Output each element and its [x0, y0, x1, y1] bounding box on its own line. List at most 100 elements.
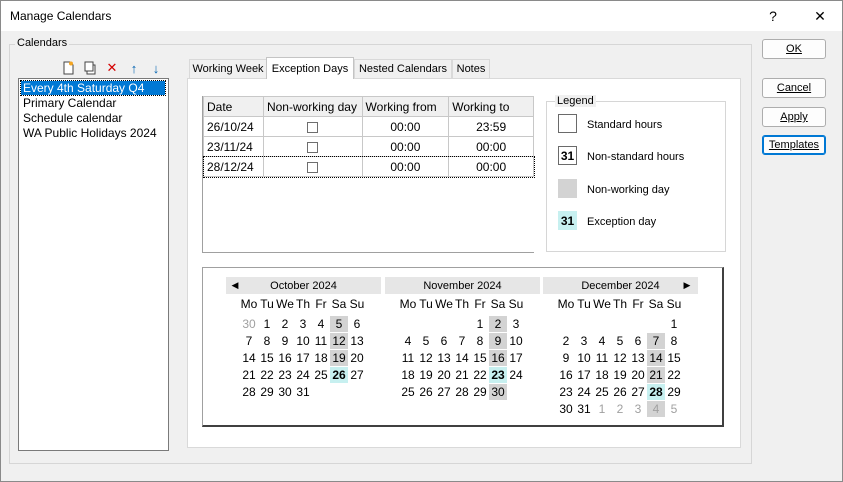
calendar-day[interactable]: 27	[348, 367, 366, 383]
calendar-day[interactable]: 25	[593, 384, 611, 400]
calendar-day[interactable]: 5	[417, 333, 435, 349]
col-working-from[interactable]: Working from	[361, 96, 450, 117]
calendar-day[interactable]: 22	[665, 367, 683, 383]
calendar-day[interactable]: 15	[258, 350, 276, 366]
exception-row[interactable]: 26/10/24 00:00 23:59	[203, 116, 534, 137]
calendar-day[interactable]: 14	[647, 350, 665, 366]
calendar-day[interactable]: 6	[435, 333, 453, 349]
calendar-day[interactable]: 31	[575, 401, 593, 417]
tab-nested-calendars[interactable]: Nested Calendars	[354, 59, 452, 78]
move-up-button[interactable]: ↑	[125, 59, 143, 77]
calendar-day[interactable]: 7	[647, 333, 665, 349]
cell-working-to[interactable]: 00:00	[448, 156, 534, 177]
calendar-day[interactable]: 24	[575, 384, 593, 400]
calendar-day[interactable]: 13	[348, 333, 366, 349]
help-button[interactable]: ?	[753, 1, 793, 31]
tab-notes[interactable]: Notes	[452, 59, 490, 78]
calendar-day[interactable]: 11	[312, 333, 330, 349]
calendar-day[interactable]: 9	[276, 333, 294, 349]
calendar-day[interactable]: 23	[276, 367, 294, 383]
calendar-day[interactable]: 25	[312, 367, 330, 383]
nonworking-checkbox[interactable]	[307, 161, 319, 173]
calendar-day[interactable]: 2	[557, 333, 575, 349]
calendar-day[interactable]: 18	[399, 367, 417, 383]
calendar-day[interactable]: 1	[471, 316, 489, 332]
calendar-day[interactable]: 13	[435, 350, 453, 366]
calendar-day[interactable]: 8	[258, 333, 276, 349]
calendar-day[interactable]: 21	[453, 367, 471, 383]
nonworking-checkbox[interactable]	[307, 141, 319, 153]
cancel-button[interactable]: Cancel	[762, 78, 826, 98]
cell-nonworking[interactable]	[262, 116, 363, 137]
cell-working-to[interactable]: 00:00	[448, 136, 534, 157]
calendar-day[interactable]: 10	[507, 333, 525, 349]
calendar-day[interactable]: 17	[294, 350, 312, 366]
cell-nonworking[interactable]	[262, 136, 363, 157]
calendar-day[interactable]: 12	[330, 333, 348, 349]
calendar-day[interactable]: 4	[647, 401, 665, 417]
col-working-to[interactable]: Working to	[448, 96, 534, 117]
calendar-day[interactable]: 3	[507, 316, 525, 332]
calendar-day[interactable]: 22	[258, 367, 276, 383]
calendar-day[interactable]: 29	[665, 384, 683, 400]
calendar-day[interactable]: 8	[471, 333, 489, 349]
calendar-day[interactable]: 1	[593, 401, 611, 417]
tab-working-week[interactable]: Working Week	[189, 59, 267, 78]
calendar-day[interactable]: 4	[312, 316, 330, 332]
calendar-day[interactable]: 30	[489, 384, 507, 400]
calendar-day[interactable]: 9	[557, 350, 575, 366]
calendar-day[interactable]: 27	[629, 384, 647, 400]
calendar-day[interactable]: 2	[276, 316, 294, 332]
calendar-day[interactable]: 21	[240, 367, 258, 383]
calendar-list-item[interactable]: Schedule calendar	[21, 111, 122, 125]
calendar-day[interactable]: 20	[348, 350, 366, 366]
calendar-day[interactable]: 18	[312, 350, 330, 366]
calendar-list-item[interactable]: Every 4th Saturday Q4	[20, 80, 166, 96]
calendar-day[interactable]: 28	[647, 384, 665, 400]
next-month-icon[interactable]: ▶	[680, 277, 694, 294]
calendar-day[interactable]: 27	[435, 384, 453, 400]
calendar-day[interactable]: 17	[575, 367, 593, 383]
calendar-day[interactable]: 20	[629, 367, 647, 383]
calendar-day[interactable]: 24	[507, 367, 525, 383]
calendar-day[interactable]: 2	[611, 401, 629, 417]
calendar-day[interactable]: 12	[417, 350, 435, 366]
calendar-day[interactable]: 18	[593, 367, 611, 383]
calendar-day[interactable]: 19	[611, 367, 629, 383]
calendar-day[interactable]: 25	[399, 384, 417, 400]
calendar-day[interactable]: 31	[294, 384, 312, 400]
cell-working-from[interactable]: 00:00	[361, 156, 450, 177]
calendar-day[interactable]: 23	[489, 367, 507, 383]
calendar-day[interactable]: 30	[240, 316, 258, 332]
calendar-list-item[interactable]: Primary Calendar	[21, 96, 116, 110]
close-button[interactable]: ✕	[800, 1, 840, 31]
col-date[interactable]: Date	[203, 96, 264, 117]
calendar-day[interactable]: 29	[258, 384, 276, 400]
cell-date[interactable]: 28/12/24	[203, 156, 264, 177]
calendar-day[interactable]: 19	[417, 367, 435, 383]
cell-date[interactable]: 23/11/24	[203, 136, 264, 157]
calendar-day[interactable]: 15	[665, 350, 683, 366]
col-nonworking[interactable]: Non-working day	[262, 96, 363, 117]
nonworking-checkbox[interactable]	[307, 121, 319, 133]
ok-button[interactable]: OK	[762, 39, 826, 59]
cell-working-from[interactable]: 00:00	[361, 116, 450, 137]
cell-date[interactable]: 26/10/24	[203, 116, 264, 137]
calendar-day[interactable]: 17	[507, 350, 525, 366]
calendar-day[interactable]: 1	[258, 316, 276, 332]
calendar-list-item[interactable]: WA Public Holidays 2024	[21, 126, 157, 140]
calendar-day[interactable]: 24	[294, 367, 312, 383]
calendar-day[interactable]: 23	[557, 384, 575, 400]
calendar-day[interactable]: 20	[435, 367, 453, 383]
calendar-day[interactable]: 5	[611, 333, 629, 349]
copy-calendar-button[interactable]	[81, 59, 99, 77]
calendar-day[interactable]: 9	[489, 333, 507, 349]
calendar-day[interactable]: 14	[240, 350, 258, 366]
cell-nonworking[interactable]	[262, 156, 363, 177]
calendar-day[interactable]: 3	[294, 316, 312, 332]
exception-row[interactable]: 23/11/24 00:00 00:00	[203, 136, 534, 157]
calendar-day[interactable]: 26	[611, 384, 629, 400]
calendar-day[interactable]: 22	[471, 367, 489, 383]
calendar-day[interactable]: 30	[557, 401, 575, 417]
calendar-day[interactable]: 6	[629, 333, 647, 349]
